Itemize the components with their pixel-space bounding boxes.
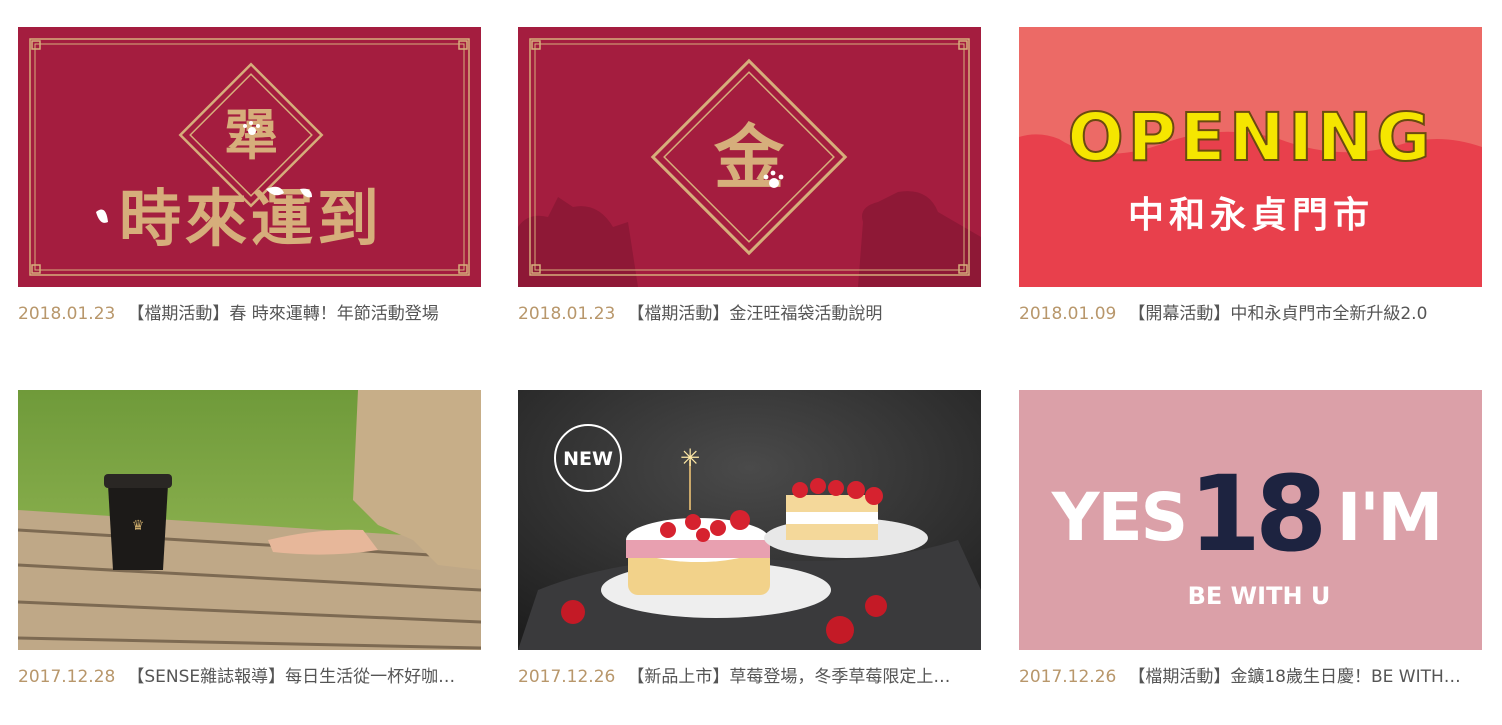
strawberry-cake-image: ✳ NEW: [518, 390, 981, 650]
new-badge: NEW: [563, 448, 613, 470]
news-date: 2017.12.26: [518, 667, 616, 687]
opening-banner-image: OPENING 中和永貞門市: [1019, 27, 1482, 287]
news-date: 2017.12.26: [1019, 667, 1117, 687]
news-caption[interactable]: 2018.01.09 【開幕活動】中和永貞門市全新升級2.0: [1019, 303, 1482, 325]
coffee-photo-image: ♛: [18, 390, 481, 650]
tagline-text: BE WITH U: [1188, 582, 1331, 610]
phrase-text: 時來運到: [119, 182, 383, 255]
news-card[interactable]: OPENING 中和永貞門市 2018.01.09 【開幕活動】中和永貞門市全新升…: [1019, 27, 1482, 325]
sparkler-icon: ✳: [680, 444, 700, 472]
big-character: 犟: [224, 104, 278, 167]
news-title[interactable]: 【新品上市】草莓登場，冬季草莓限定上…: [627, 667, 950, 687]
news-title[interactable]: 【檔期活動】金鑛18歲生日慶！BE WITH…: [1128, 667, 1460, 687]
eighteen-number: 18: [1189, 453, 1322, 575]
news-thumbnail[interactable]: ✳ NEW: [518, 390, 981, 650]
news-thumbnail[interactable]: YES 18 I'M BE WITH U: [1019, 390, 1482, 650]
store-name-text: 中和永貞門市: [1128, 195, 1374, 236]
news-card[interactable]: YES 18 I'M BE WITH U 2017.12.26 【檔期活動】金鑛1…: [1019, 390, 1482, 688]
news-caption[interactable]: 2018.01.23 【檔期活動】金汪旺福袋活動說明: [518, 303, 981, 325]
news-title[interactable]: 【檔期活動】金汪旺福袋活動說明: [627, 304, 882, 324]
news-card[interactable]: 犟 時來運到 2018.01.23 【檔期活動】春 時來運轉！年節活動登場: [18, 27, 481, 325]
news-thumbnail[interactable]: OPENING 中和永貞門市: [1019, 27, 1482, 287]
news-card[interactable]: ♛ 2017.12.28 【SENSE雜誌報導】每日生活從一杯好咖…: [18, 390, 481, 688]
opening-headline: OPENING: [1068, 99, 1435, 176]
im-text: I'M: [1337, 479, 1441, 556]
news-caption[interactable]: 2017.12.28 【SENSE雜誌報導】每日生活從一杯好咖…: [18, 666, 481, 688]
news-caption[interactable]: 2017.12.26 【新品上市】草莓登場，冬季草莓限定上…: [518, 666, 981, 688]
crown-logo-icon: ♛: [132, 518, 145, 534]
news-caption[interactable]: 2017.12.26 【檔期活動】金鑛18歲生日慶！BE WITH…: [1019, 666, 1482, 688]
news-card[interactable]: 金 2018.01.23 【檔期活動】金汪旺福袋活動說明: [518, 27, 981, 325]
news-thumbnail[interactable]: 犟 時來運到: [18, 27, 481, 287]
news-caption[interactable]: 2018.01.23 【檔期活動】春 時來運轉！年節活動登場: [18, 303, 481, 325]
news-title[interactable]: 【SENSE雜誌報導】每日生活從一杯好咖…: [127, 667, 455, 687]
news-card[interactable]: ✳ NEW 2017.12.26 【新品上市】草莓登場，冬季草莓限定上…: [518, 390, 981, 688]
news-title[interactable]: 【開幕活動】中和永貞門市全新升級2.0: [1128, 304, 1427, 324]
news-thumbnail[interactable]: 金: [518, 27, 981, 287]
lucky-bag-banner-image: 金: [518, 27, 981, 287]
news-date: 2018.01.09: [1019, 304, 1117, 324]
news-thumbnail[interactable]: ♛: [18, 390, 481, 650]
new-year-banner-image: 犟 時來運到: [18, 27, 481, 287]
news-title[interactable]: 【檔期活動】春 時來運轉！年節活動登場: [127, 304, 438, 324]
news-date: 2018.01.23: [18, 304, 116, 324]
news-grid: 犟 時來運到 2018.01.23 【檔期活動】春 時來運轉！年節活動登場 金 …: [0, 0, 1502, 725]
news-date: 2017.12.28: [18, 667, 116, 687]
news-date: 2018.01.23: [518, 304, 616, 324]
yes-text: YES: [1051, 479, 1186, 556]
birthday-banner-image: YES 18 I'M BE WITH U: [1019, 390, 1482, 650]
